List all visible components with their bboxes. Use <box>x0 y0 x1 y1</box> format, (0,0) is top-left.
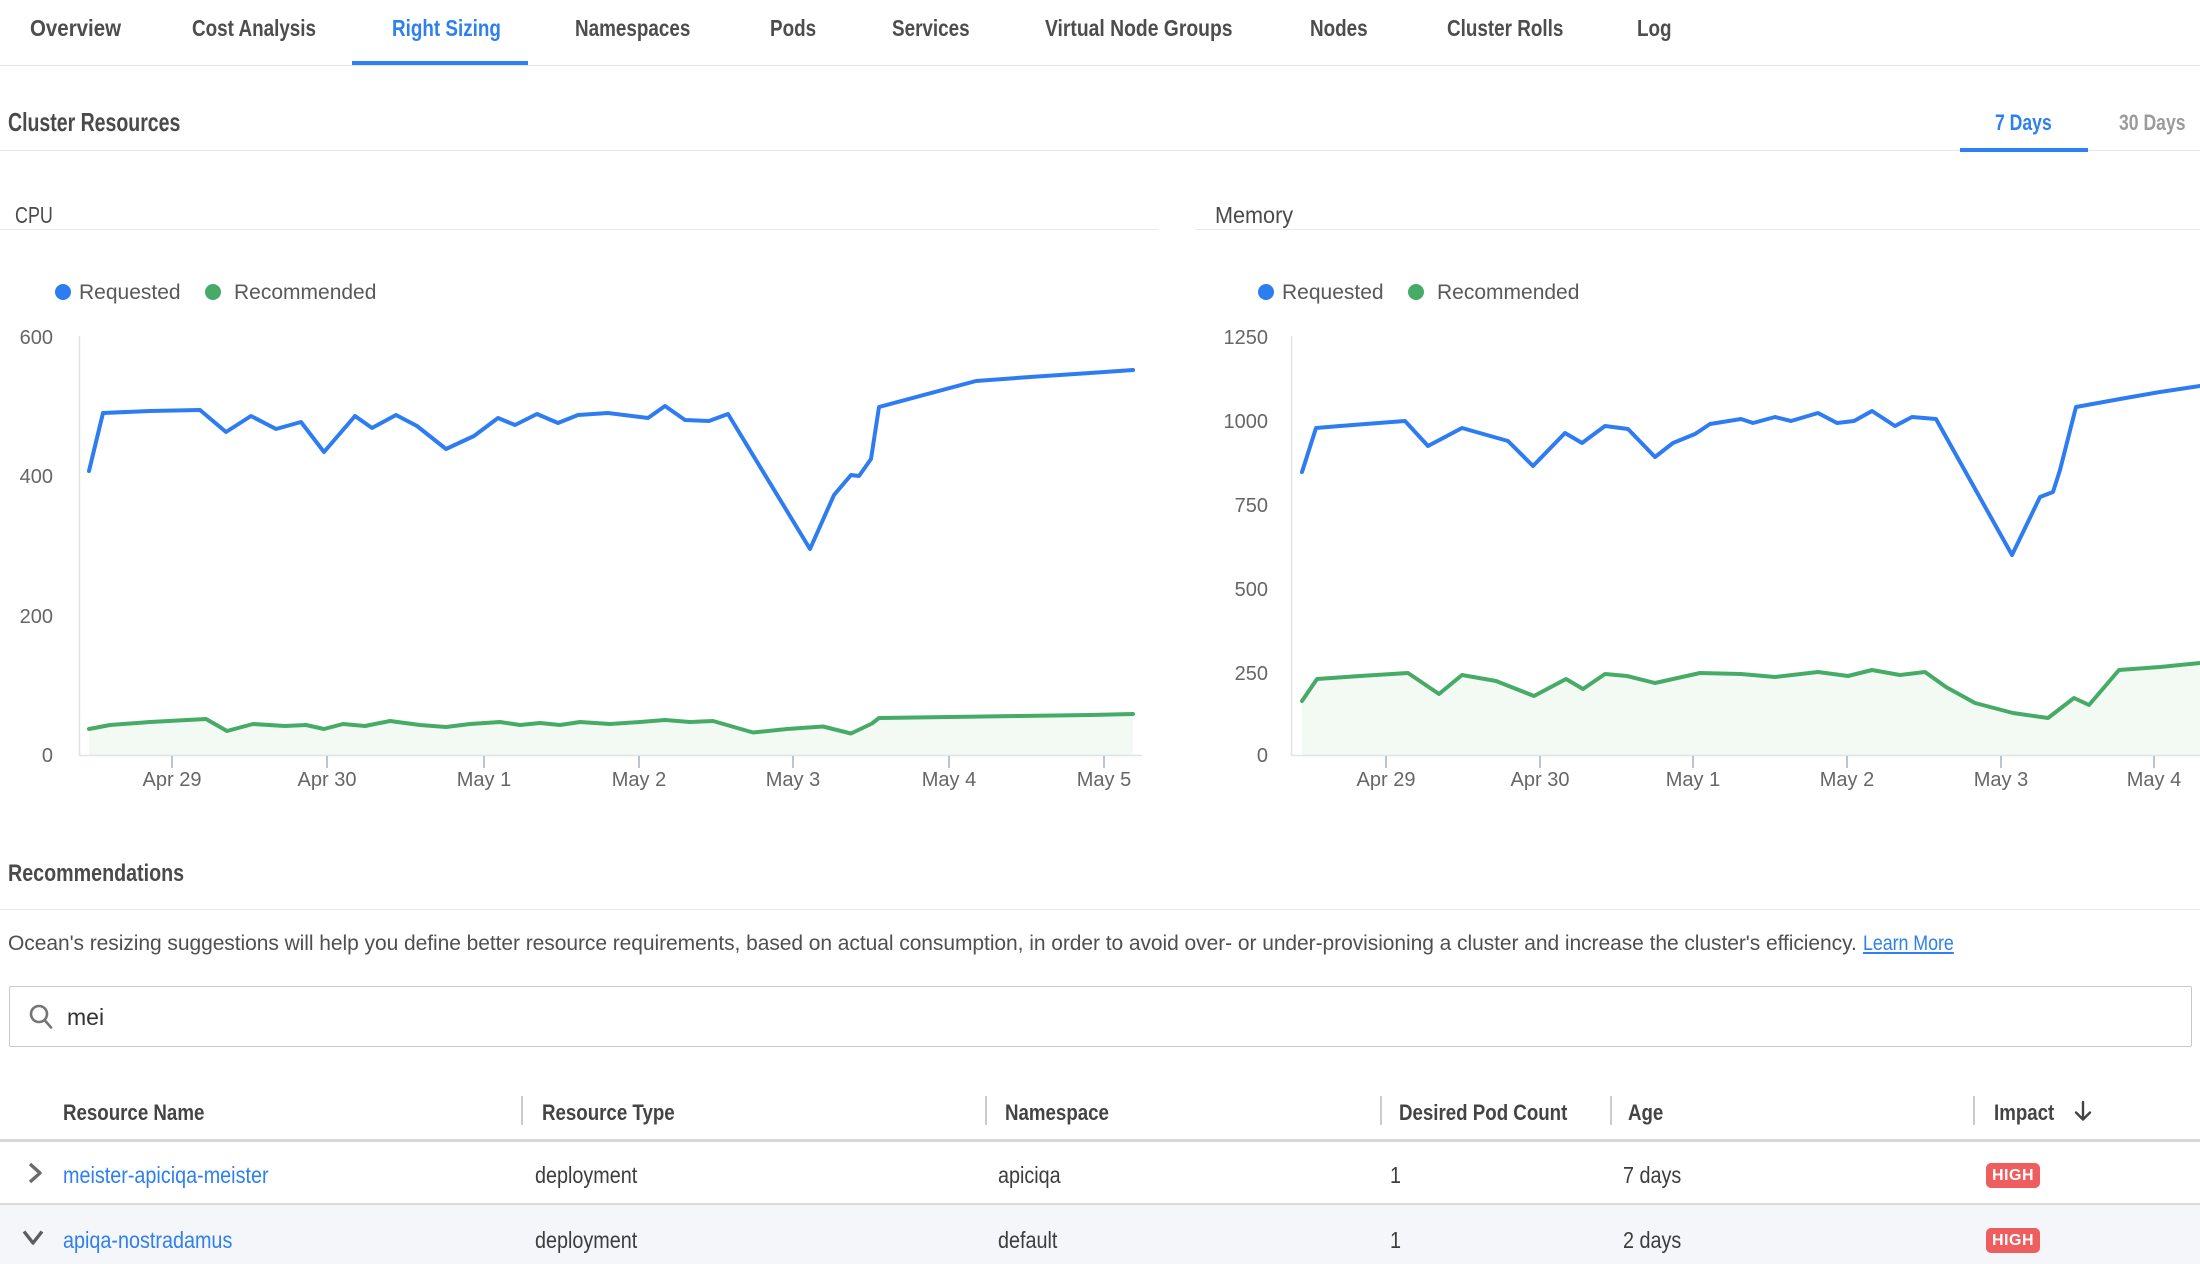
svg-text:250: 250 <box>1235 663 1268 685</box>
svg-text:0: 0 <box>42 745 53 767</box>
svg-text:750: 750 <box>1235 495 1268 517</box>
svg-text:May 4: May 4 <box>2127 769 2181 791</box>
svg-text:400: 400 <box>20 466 53 488</box>
svg-text:Apr 29: Apr 29 <box>1357 769 1416 791</box>
svg-text:200: 200 <box>20 606 53 628</box>
svg-text:May 1: May 1 <box>1666 769 1720 791</box>
svg-text:May 2: May 2 <box>1820 769 1874 791</box>
svg-text:May 2: May 2 <box>612 769 666 791</box>
svg-text:1250: 1250 <box>1224 327 1269 349</box>
svg-text:May 5: May 5 <box>1077 769 1131 791</box>
svg-text:May 4: May 4 <box>922 769 976 791</box>
svg-text:May 3: May 3 <box>1974 769 2028 791</box>
svg-text:500: 500 <box>1235 579 1268 601</box>
svg-text:May 1: May 1 <box>457 769 511 791</box>
svg-text:Apr 30: Apr 30 <box>1511 769 1570 791</box>
svg-text:Apr 29: Apr 29 <box>143 769 202 791</box>
svg-text:600: 600 <box>20 327 53 349</box>
svg-text:1000: 1000 <box>1224 411 1269 433</box>
svg-text:May 3: May 3 <box>766 769 820 791</box>
svg-text:Apr 30: Apr 30 <box>298 769 357 791</box>
svg-text:0: 0 <box>1257 745 1268 767</box>
